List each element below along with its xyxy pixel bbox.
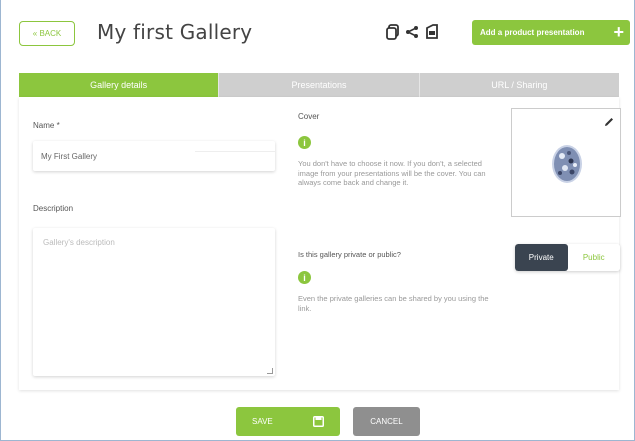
privacy-help-text: Even the private galleries can be shared… — [298, 294, 489, 313]
gallery-cover-image — [552, 145, 582, 183]
save-label: SAVE — [252, 417, 273, 426]
header: « BACK My first Gallery Add a product pr… — [0, 0, 635, 66]
cover-help-text: You don't have to choose it now. If you … — [298, 159, 486, 187]
save-button[interactable]: SAVE — [236, 407, 340, 436]
cover-label: Cover — [298, 112, 320, 121]
name-field[interactable]: My First Gallery — [33, 141, 275, 171]
info-icon: i — [298, 136, 311, 149]
plus-icon: + — [613, 22, 624, 42]
copy-icon[interactable] — [384, 22, 402, 42]
tab-bar: Gallery details Presentations URL / Shar… — [19, 73, 619, 97]
private-option[interactable]: Private — [515, 244, 568, 271]
cancel-button[interactable]: CANCEL — [353, 407, 420, 436]
cover-image-box[interactable] — [511, 108, 621, 217]
public-option[interactable]: Public — [567, 244, 620, 271]
privacy-toggle: Private Public — [515, 244, 620, 271]
description-field[interactable]: Gallery's description — [33, 228, 275, 376]
info-icon: i — [298, 271, 311, 284]
tab-presentations[interactable]: Presentations — [218, 73, 419, 97]
name-value: My First Gallery — [41, 151, 97, 161]
name-label: Name * — [33, 121, 60, 130]
name-field-underline — [195, 151, 275, 152]
tab-gallery-details[interactable]: Gallery details — [19, 73, 219, 97]
add-button-label: Add a product presentation — [480, 28, 585, 37]
resize-handle-icon[interactable] — [267, 368, 273, 374]
add-product-presentation-button[interactable]: Add a product presentation + — [472, 20, 630, 45]
edit-pencil-icon[interactable] — [604, 114, 614, 132]
save-icon — [313, 416, 324, 429]
tab-url-sharing[interactable]: URL / Sharing — [418, 73, 619, 97]
export-icon[interactable] — [423, 22, 441, 42]
back-button[interactable]: « BACK — [19, 21, 75, 46]
page-title: My first Gallery — [97, 20, 253, 44]
privacy-question: Is this gallery private or public? — [298, 250, 401, 259]
share-icon[interactable] — [403, 22, 421, 42]
description-label: Description — [33, 204, 74, 213]
description-placeholder: Gallery's description — [43, 238, 115, 247]
